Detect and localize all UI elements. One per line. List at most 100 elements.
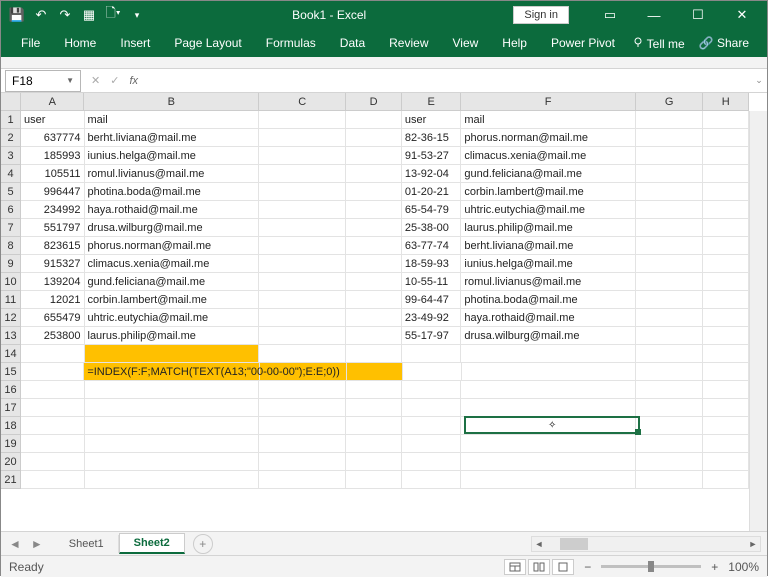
- cell[interactable]: [703, 111, 749, 129]
- cell[interactable]: [402, 399, 462, 417]
- cell[interactable]: phorus.norman@mail.me: [461, 129, 636, 147]
- cell[interactable]: [703, 453, 749, 471]
- cell[interactable]: [636, 399, 703, 417]
- cell[interactable]: [346, 129, 402, 147]
- cell[interactable]: [259, 309, 346, 327]
- cell[interactable]: [259, 147, 346, 165]
- cell[interactable]: [346, 219, 402, 237]
- cell[interactable]: user: [402, 111, 462, 129]
- cell[interactable]: 13-92-04: [402, 165, 462, 183]
- cell[interactable]: [85, 435, 260, 453]
- cell[interactable]: [461, 345, 636, 363]
- cell[interactable]: [346, 345, 402, 363]
- cell[interactable]: phorus.norman@mail.me: [85, 237, 260, 255]
- cell[interactable]: haya.rothaid@mail.me: [85, 201, 260, 219]
- sheet-tab-1[interactable]: Sheet1: [55, 535, 119, 553]
- cell[interactable]: [259, 381, 346, 399]
- cell[interactable]: [346, 309, 402, 327]
- qat-icon-2[interactable]: 🗋▾: [105, 7, 121, 23]
- qat-customize-icon[interactable]: ▾: [129, 7, 145, 23]
- cell[interactable]: romul.livianus@mail.me: [85, 165, 260, 183]
- cell[interactable]: [85, 399, 260, 417]
- row-header[interactable]: 10: [1, 273, 21, 291]
- cell[interactable]: [21, 417, 85, 435]
- cell[interactable]: [346, 327, 402, 345]
- cell[interactable]: [402, 381, 462, 399]
- cell[interactable]: [85, 471, 260, 489]
- cell[interactable]: uhtric.eutychia@mail.me: [461, 201, 636, 219]
- cell[interactable]: [346, 273, 402, 291]
- enter-formula-icon[interactable]: ✓: [110, 74, 119, 87]
- cell[interactable]: [703, 201, 749, 219]
- cell[interactable]: 99-64-47: [402, 291, 462, 309]
- cell[interactable]: [21, 363, 84, 381]
- cell[interactable]: [347, 363, 402, 381]
- cell[interactable]: [636, 345, 703, 363]
- cell[interactable]: [703, 327, 749, 345]
- cell[interactable]: [636, 111, 703, 129]
- cell[interactable]: [259, 129, 346, 147]
- cell[interactable]: [259, 399, 346, 417]
- cell[interactable]: climacus.xenia@mail.me: [85, 255, 260, 273]
- cell[interactable]: [259, 237, 346, 255]
- cell[interactable]: [259, 291, 346, 309]
- cell[interactable]: 105511: [21, 165, 85, 183]
- cell[interactable]: [636, 273, 703, 291]
- cell[interactable]: climacus.xenia@mail.me: [461, 147, 636, 165]
- cell[interactable]: [636, 417, 703, 435]
- row-header[interactable]: 20: [1, 453, 21, 471]
- row-header[interactable]: 18: [1, 417, 21, 435]
- cell[interactable]: [636, 291, 703, 309]
- cell[interactable]: drusa.wilburg@mail.me: [461, 327, 636, 345]
- col-header-C[interactable]: C: [259, 93, 346, 111]
- row-header[interactable]: 16: [1, 381, 21, 399]
- cell[interactable]: [259, 327, 346, 345]
- cell[interactable]: [259, 219, 346, 237]
- cell[interactable]: [703, 183, 749, 201]
- name-box[interactable]: F18 ▼: [5, 70, 81, 92]
- cell[interactable]: [346, 165, 402, 183]
- cell[interactable]: [636, 129, 703, 147]
- tell-me-button[interactable]: Tell me: [632, 36, 685, 51]
- cell[interactable]: [703, 165, 749, 183]
- cell[interactable]: [636, 147, 703, 165]
- cell[interactable]: uhtric.eutychia@mail.me: [85, 309, 260, 327]
- cell[interactable]: [636, 165, 703, 183]
- row-header[interactable]: 7: [1, 219, 21, 237]
- cell[interactable]: [703, 219, 749, 237]
- cell[interactable]: [636, 255, 703, 273]
- cell[interactable]: [636, 237, 703, 255]
- cell[interactable]: photina.boda@mail.me: [85, 183, 260, 201]
- cell[interactable]: [703, 381, 749, 399]
- row-header[interactable]: 5: [1, 183, 21, 201]
- cell[interactable]: [703, 435, 749, 453]
- cell[interactable]: [461, 453, 636, 471]
- cell[interactable]: [259, 435, 346, 453]
- cell[interactable]: [703, 291, 749, 309]
- ribbon-options-icon[interactable]: ▭: [589, 1, 631, 29]
- cell[interactable]: [636, 309, 703, 327]
- cell[interactable]: 18-59-93: [402, 255, 462, 273]
- cell[interactable]: =INDEX(F:F;MATCH(TEXT(A13;"00-00-00");E:…: [84, 363, 260, 381]
- sign-in-button[interactable]: Sign in: [513, 6, 569, 24]
- col-header-H[interactable]: H: [703, 93, 749, 111]
- cell[interactable]: 91-53-27: [402, 147, 462, 165]
- cell[interactable]: berht.liviana@mail.me: [461, 237, 636, 255]
- cell[interactable]: [259, 345, 346, 363]
- zoom-in-button[interactable]: +: [711, 560, 718, 574]
- row-header[interactable]: 21: [1, 471, 21, 489]
- worksheet-grid[interactable]: ABCDEFGH 1234567891011121314151617181920…: [1, 93, 767, 531]
- cell[interactable]: 25-38-00: [402, 219, 462, 237]
- row-headers[interactable]: 123456789101112131415161718192021: [1, 111, 21, 489]
- cell[interactable]: 63-77-74: [402, 237, 462, 255]
- cell[interactable]: romul.livianus@mail.me: [461, 273, 636, 291]
- tab-page-layout[interactable]: Page Layout: [162, 29, 253, 57]
- row-header[interactable]: 19: [1, 435, 21, 453]
- cell[interactable]: [461, 471, 636, 489]
- cell[interactable]: [636, 435, 703, 453]
- vertical-scrollbar[interactable]: [749, 111, 767, 531]
- maximize-icon[interactable]: ☐: [677, 1, 719, 29]
- cell[interactable]: laurus.philip@mail.me: [461, 219, 636, 237]
- cell[interactable]: [703, 147, 749, 165]
- cell[interactable]: 82-36-15: [402, 129, 462, 147]
